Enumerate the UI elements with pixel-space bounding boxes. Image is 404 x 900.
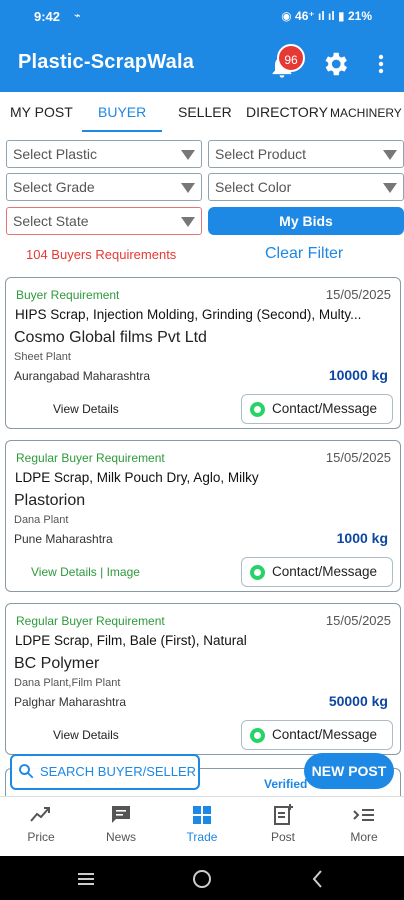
search-button-label: SEARCH BUYER/SELLER bbox=[40, 764, 197, 779]
contact-message-button[interactable]: Contact/Message bbox=[241, 557, 393, 587]
nav-trade-label: Trade bbox=[186, 830, 218, 844]
view-details-link[interactable]: View Details bbox=[53, 402, 119, 416]
contact-message-button[interactable]: Contact/Message bbox=[241, 394, 393, 424]
settings-gear-icon[interactable] bbox=[320, 49, 350, 79]
nav-trade[interactable]: Trade bbox=[172, 803, 232, 844]
select-color-label: Select Color bbox=[215, 179, 292, 195]
grid-icon bbox=[193, 806, 211, 824]
requirement-date: 15/05/2025 bbox=[325, 450, 391, 465]
nav-more-label: More bbox=[350, 830, 378, 844]
plant-type: Sheet Plant bbox=[14, 351, 71, 363]
notification-badge: 96 bbox=[277, 44, 305, 72]
dropdown-arrow-icon bbox=[383, 183, 397, 193]
nav-news-label: News bbox=[105, 830, 136, 844]
nav-price[interactable]: Price bbox=[11, 803, 71, 844]
clear-filter-link[interactable]: Clear Filter bbox=[265, 245, 343, 263]
nav-price-label: Price bbox=[27, 830, 55, 844]
dropdown-arrow-icon bbox=[181, 183, 195, 193]
dropdown-arrow-icon bbox=[181, 217, 195, 227]
whatsapp-icon bbox=[250, 565, 265, 580]
whatsapp-icon bbox=[250, 402, 265, 417]
news-chat-icon bbox=[112, 806, 130, 823]
top-tabs: MY POST BUYER SELLER DIRECTORY MACHINERY bbox=[0, 92, 404, 134]
status-time: 9:42 bbox=[34, 9, 61, 24]
new-post-button[interactable]: NEW POST bbox=[304, 753, 394, 789]
status-left-icons: ⌁ bbox=[74, 10, 81, 22]
requirement-type: Regular Buyer Requirement bbox=[16, 614, 165, 628]
my-bids-button[interactable]: My Bids bbox=[208, 207, 404, 235]
status-right-indicators: ◉ 46⁺ ıl ıl ▮ 21% bbox=[281, 9, 372, 23]
status-bar: 9:42 ⌁ ◉ 46⁺ ıl ıl ▮ 21% bbox=[0, 0, 404, 34]
plant-type: Dana Plant bbox=[14, 514, 69, 526]
requirements-count: 104 Buyers Requirements bbox=[26, 247, 177, 262]
dropdown-arrow-icon bbox=[383, 150, 397, 160]
select-state-label: Select State bbox=[13, 213, 89, 229]
product-description: HIPS Scrap, Injection Molding, Grinding … bbox=[15, 307, 362, 322]
requirement-date: 15/05/2025 bbox=[325, 287, 391, 302]
tab-my-post[interactable]: MY POST bbox=[10, 104, 73, 120]
post-add-icon bbox=[274, 804, 293, 825]
nav-more[interactable]: More bbox=[334, 803, 394, 844]
app-bar: Plastic-ScrapWala bbox=[0, 34, 404, 92]
select-grade-dropdown[interactable]: Select Grade bbox=[6, 173, 202, 201]
contact-label: Contact/Message bbox=[272, 401, 378, 416]
recent-apps-icon[interactable] bbox=[75, 868, 97, 890]
select-product-label: Select Product bbox=[215, 146, 307, 162]
contact-label: Contact/Message bbox=[272, 727, 378, 742]
select-grade-label: Select Grade bbox=[13, 179, 95, 195]
search-icon bbox=[19, 764, 34, 779]
requirement-card[interactable]: Regular Buyer Requirement 15/05/2025 LDP… bbox=[5, 603, 401, 755]
tab-machinery[interactable]: MACHINERY bbox=[330, 106, 402, 120]
overflow-menu-icon[interactable] bbox=[374, 52, 388, 76]
requirement-card[interactable]: Regular Buyer Requirement 15/05/2025 LDP… bbox=[5, 440, 401, 592]
requirement-type: Buyer Requirement bbox=[16, 288, 120, 302]
company-name: BC Polymer bbox=[14, 655, 100, 672]
location: Palghar Maharashtra bbox=[14, 695, 127, 709]
more-list-icon bbox=[353, 809, 374, 821]
nav-news[interactable]: News bbox=[91, 803, 151, 844]
back-icon[interactable] bbox=[307, 868, 329, 890]
home-icon[interactable] bbox=[191, 868, 213, 890]
company-name: Cosmo Global films Pvt Ltd bbox=[14, 329, 207, 346]
quantity: 1000 kg bbox=[336, 530, 388, 546]
contact-message-button[interactable]: Contact/Message bbox=[241, 720, 393, 750]
whatsapp-icon bbox=[250, 728, 265, 743]
active-tab-indicator bbox=[82, 130, 162, 132]
requirement-type: Regular Buyer Requirement bbox=[16, 451, 165, 465]
requirement-date: 15/05/2025 bbox=[325, 613, 391, 628]
verified-label: Verified bbox=[264, 777, 308, 791]
view-details-image-link[interactable]: View Details | Image bbox=[31, 565, 140, 579]
system-navigation-bar bbox=[0, 856, 404, 900]
bottom-navigation: Price News Trade Post More bbox=[0, 796, 404, 856]
quantity: 50000 kg bbox=[328, 693, 388, 709]
select-color-dropdown[interactable]: Select Color bbox=[208, 173, 404, 201]
plant-type: Dana Plant,Film Plant bbox=[14, 677, 121, 689]
requirement-card[interactable]: Buyer Requirement 15/05/2025 HIPS Scrap,… bbox=[5, 277, 401, 429]
nav-post[interactable]: Post bbox=[253, 803, 313, 844]
tab-seller[interactable]: SELLER bbox=[178, 104, 232, 120]
location: Aurangabad Maharashtra bbox=[14, 369, 151, 383]
view-details-link[interactable]: View Details bbox=[53, 728, 119, 742]
dropdown-arrow-icon bbox=[181, 150, 195, 160]
select-state-dropdown[interactable]: Select State bbox=[6, 207, 202, 235]
contact-label: Contact/Message bbox=[272, 564, 378, 579]
company-name: Plastorion bbox=[14, 492, 86, 509]
select-plastic-label: Select Plastic bbox=[13, 146, 98, 162]
quantity: 10000 kg bbox=[328, 367, 388, 383]
product-description: LDPE Scrap, Film, Bale (First), Natural bbox=[15, 633, 247, 648]
select-product-dropdown[interactable]: Select Product bbox=[208, 140, 404, 168]
product-description: LDPE Scrap, Milk Pouch Dry, Aglo, Milky bbox=[15, 470, 259, 485]
search-buyer-seller-button[interactable]: SEARCH BUYER/SELLER bbox=[10, 754, 200, 790]
app-title: Plastic-ScrapWala bbox=[18, 51, 195, 73]
tab-buyer[interactable]: BUYER bbox=[98, 104, 146, 120]
select-plastic-dropdown[interactable]: Select Plastic bbox=[6, 140, 202, 168]
tab-directory[interactable]: DIRECTORY bbox=[246, 104, 328, 120]
price-trend-icon bbox=[30, 807, 50, 822]
location: Pune Maharashtra bbox=[14, 532, 113, 546]
nav-post-label: Post bbox=[270, 830, 295, 844]
